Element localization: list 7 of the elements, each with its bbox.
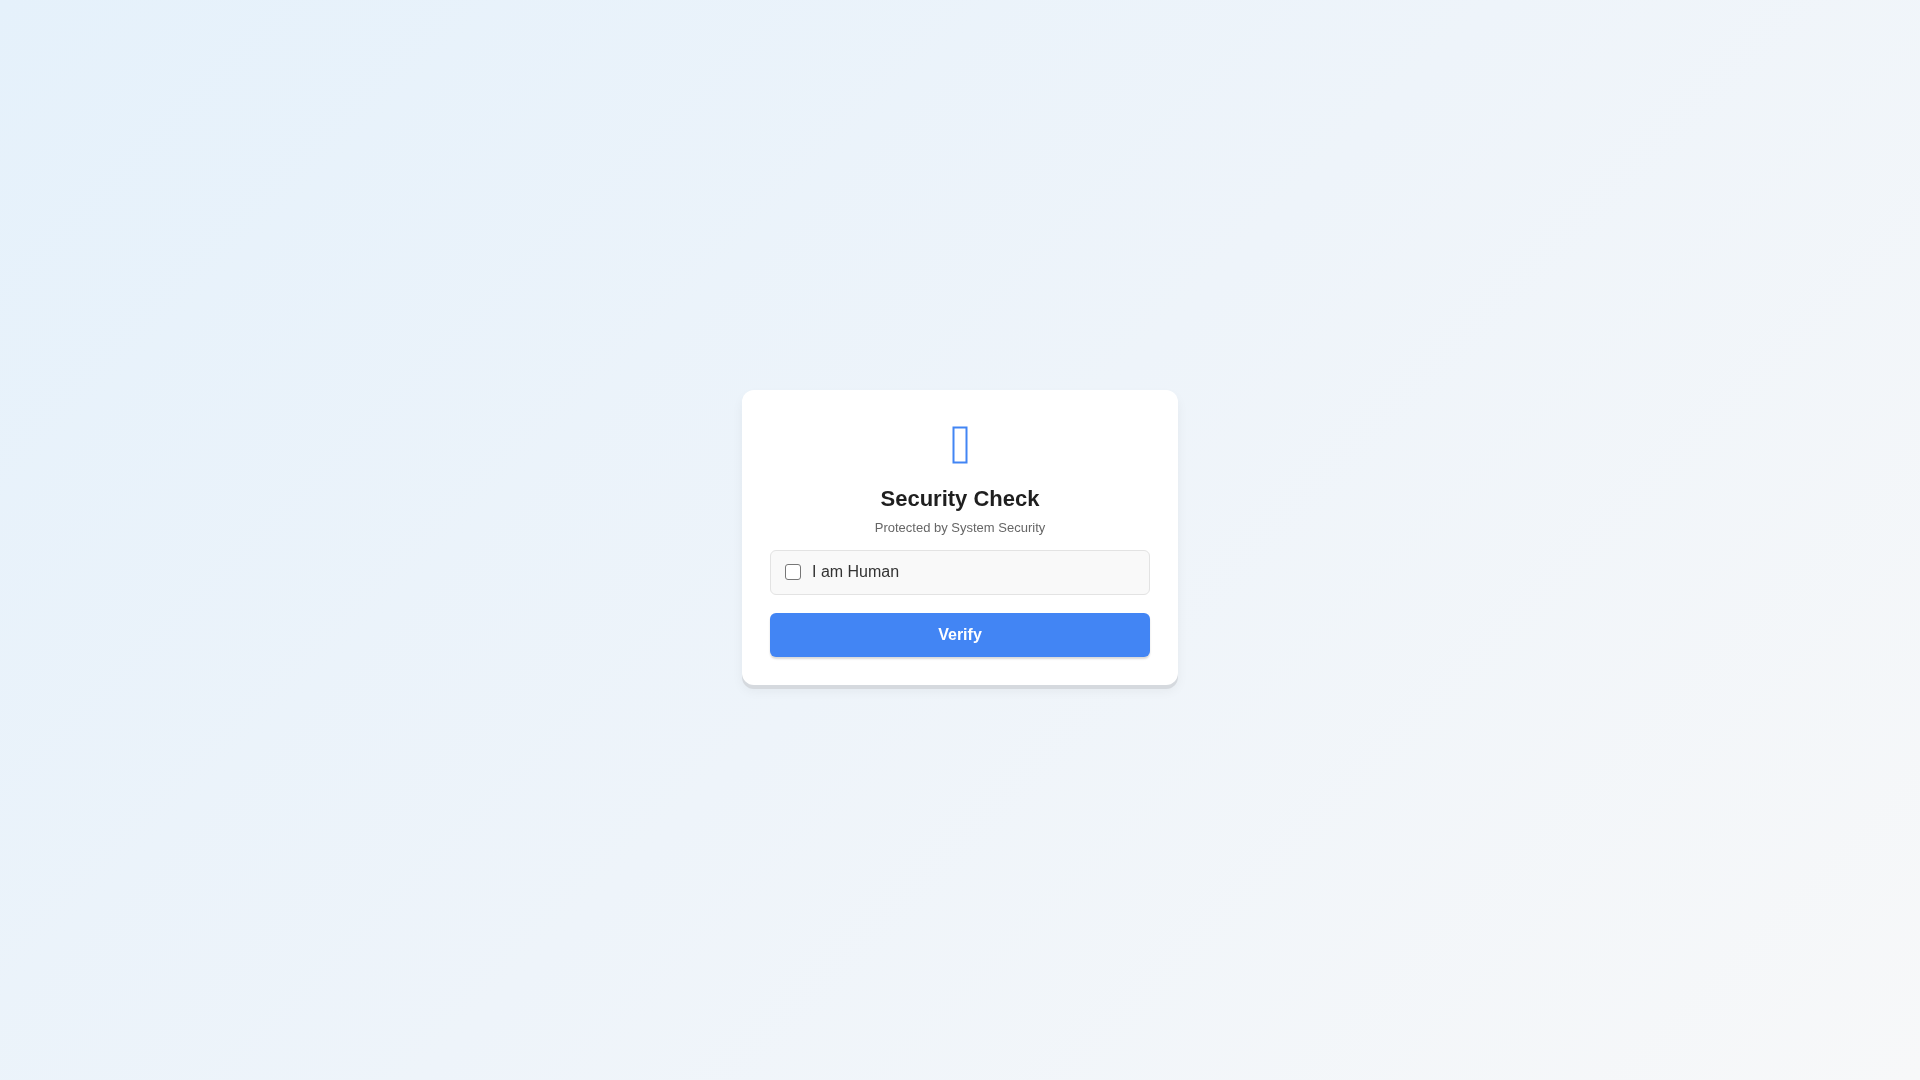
checkbox-box[interactable] <box>785 564 801 580</box>
card-title: Security Check <box>880 485 1040 512</box>
human-checkbox[interactable]: I am Human <box>770 549 1150 595</box>
checkbox-label: I am Human <box>812 563 900 581</box>
verify-button[interactable]: Verify <box>770 612 1150 657</box>
rectangle-icon <box>952 425 968 464</box>
card-subtitle: Protected by System Security <box>874 519 1046 535</box>
